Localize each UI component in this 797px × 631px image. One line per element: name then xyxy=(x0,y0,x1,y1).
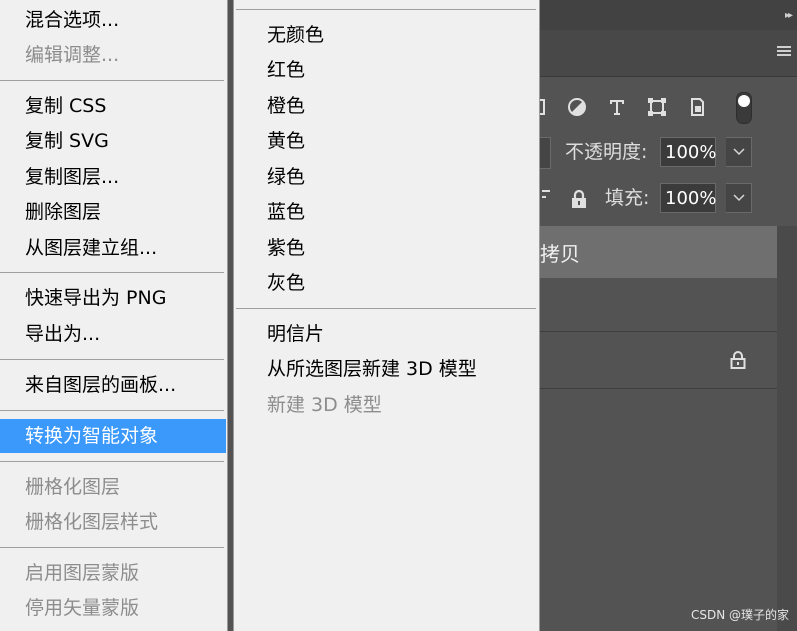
layer-row-selected[interactable]: 拷贝 xyxy=(540,226,777,278)
menu-separator xyxy=(236,308,536,309)
fill-input[interactable]: 100% xyxy=(660,183,716,213)
background-lock-icon xyxy=(730,350,746,374)
menu-item-rasterize-layer-style[interactable]: 栅格化图层样式 xyxy=(0,505,226,539)
menu-item-copy-css[interactable]: 复制 CSS xyxy=(0,89,226,123)
shape-layer-filter-icon[interactable] xyxy=(646,96,668,118)
menu-separator xyxy=(0,80,224,81)
opacity-input[interactable]: 100% xyxy=(660,137,716,167)
color-item-red[interactable]: 红色 xyxy=(234,53,539,87)
fill-row: 填充: 100% xyxy=(538,180,780,220)
menu-item-quick-export-png[interactable]: 快速导出为 PNG xyxy=(0,281,226,315)
menu-item-artboard-from-layers[interactable]: 来自图层的画板... xyxy=(0,368,226,402)
panel-top-strip: ▸▸ xyxy=(540,0,797,30)
layer-row[interactable] xyxy=(540,279,777,332)
menu-item-enable-layer-mask[interactable]: 启用图层蒙版 xyxy=(0,556,226,590)
adjustment-layer-filter-icon[interactable] xyxy=(566,96,588,118)
color-label-submenu: 无颜色 红色 橙色 黄色 绿色 蓝色 紫色 灰色 明信片 从所选图层新建 3D … xyxy=(233,0,540,631)
layer-row-background[interactable] xyxy=(540,332,777,389)
menu-separator xyxy=(0,461,224,462)
color-item-blue[interactable]: 蓝色 xyxy=(234,195,539,229)
menu-item-group-from-layers[interactable]: 从图层建立组... xyxy=(0,231,226,265)
panel-scroll-edge xyxy=(777,226,797,631)
fill-dropdown-button[interactable] xyxy=(726,183,752,213)
panel-menu-icon[interactable] xyxy=(777,46,791,57)
chevron-down-icon xyxy=(732,148,745,156)
menu-separator xyxy=(0,359,224,360)
color-item-yellow[interactable]: 黄色 xyxy=(234,124,539,158)
menu-item-copy-svg[interactable]: 复制 SVG xyxy=(0,124,226,158)
lock-all-icon[interactable] xyxy=(570,189,588,213)
opacity-row: 不透明度: 100% xyxy=(536,134,780,174)
collapse-panels-icon[interactable]: ▸▸ xyxy=(785,10,793,21)
lock-position-icon[interactable] xyxy=(538,190,552,204)
smart-object-filter-icon[interactable] xyxy=(686,96,708,118)
color-item-none[interactable]: 无颜色 xyxy=(234,18,539,52)
watermark: CSDN @璞子的家 xyxy=(690,608,789,622)
layer-context-menu: 混合选项... 编辑调整... 复制 CSS 复制 SVG 复制图层... 删除… xyxy=(0,0,228,631)
layer-filter-row xyxy=(538,86,780,130)
opacity-label: 不透明度: xyxy=(565,141,648,163)
menu-item-new-3d-from-layer[interactable]: 从所选图层新建 3D 模型 xyxy=(234,352,539,386)
color-item-orange[interactable]: 橙色 xyxy=(234,89,539,123)
menu-item-disable-vector-mask[interactable]: 停用矢量蒙版 xyxy=(0,591,226,625)
menu-item-new-3d-model[interactable]: 新建 3D 模型 xyxy=(234,388,539,422)
opacity-dropdown-button[interactable] xyxy=(726,137,752,167)
color-item-violet[interactable]: 紫色 xyxy=(234,231,539,265)
panel-tab-strip xyxy=(540,30,797,77)
menu-item-rasterize-layer[interactable]: 栅格化图层 xyxy=(0,470,226,504)
color-item-green[interactable]: 绿色 xyxy=(234,160,539,194)
type-layer-filter-icon[interactable] xyxy=(606,96,628,118)
menu-item-convert-to-smart-object[interactable]: 转换为智能对象 xyxy=(0,419,226,453)
filter-toggle-switch[interactable] xyxy=(736,92,752,124)
menu-item-edit-adjustment[interactable]: 编辑调整... xyxy=(0,38,226,72)
layer-name: 拷贝 xyxy=(540,242,580,266)
menu-item-delete-layer[interactable]: 删除图层 xyxy=(0,195,226,229)
menu-separator xyxy=(0,547,224,548)
menu-separator xyxy=(236,9,536,10)
menu-item-blending-options[interactable]: 混合选项... xyxy=(0,3,226,37)
menu-item-postcard[interactable]: 明信片 xyxy=(234,317,539,351)
menu-item-duplicate-layer[interactable]: 复制图层... xyxy=(0,160,226,194)
fill-label: 填充: xyxy=(605,187,650,209)
menu-separator xyxy=(0,410,224,411)
menu-separator xyxy=(0,272,224,273)
menu-item-export-as[interactable]: 导出为... xyxy=(0,317,226,351)
color-item-gray[interactable]: 灰色 xyxy=(234,266,539,300)
chevron-down-icon xyxy=(732,194,745,202)
